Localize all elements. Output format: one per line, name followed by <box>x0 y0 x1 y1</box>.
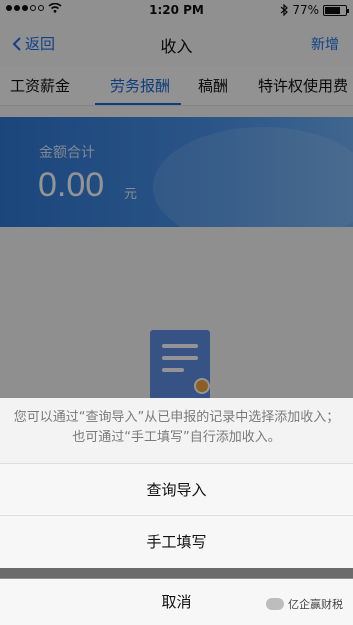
action-sheet-message: 您可以通过“查询导入”从已申报的记录中选择添加收入；也可通过“手工填写”自行添加… <box>0 398 353 464</box>
manual-entry-button[interactable]: 手工填写 <box>0 516 353 568</box>
income-screen: 1:20 PM 77% 返回 收入 新增 工资薪金 劳务报酬 稿酬 特许权使用费… <box>0 0 353 625</box>
watermark-text: 亿企赢财税 <box>288 598 343 611</box>
wechat-icon <box>266 598 284 610</box>
action-sheet-divider <box>0 568 353 578</box>
action-sheet: 您可以通过“查询导入”从已申报的记录中选择添加收入；也可通过“手工填写”自行添加… <box>0 398 353 625</box>
query-import-button[interactable]: 查询导入 <box>0 464 353 516</box>
watermark: 亿企赢财税 <box>266 596 343 612</box>
